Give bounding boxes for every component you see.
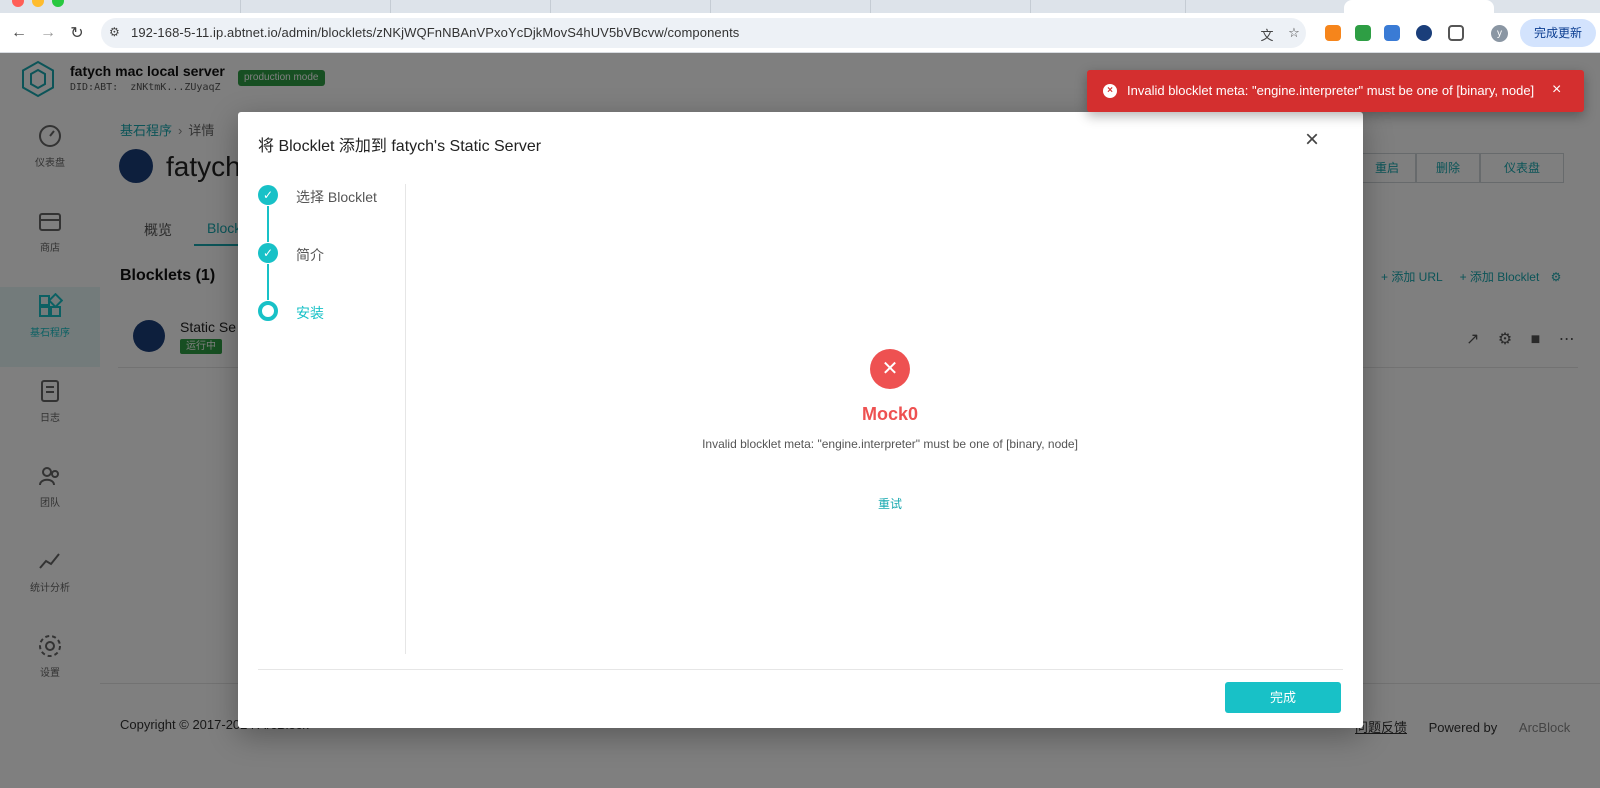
extensions-puzzle-icon[interactable]	[1448, 25, 1464, 41]
toast-message: Invalid blocklet meta: "engine.interpret…	[1127, 83, 1535, 98]
done-button[interactable]: 完成	[1225, 682, 1341, 713]
close-icon[interactable]: ×	[1552, 81, 1561, 99]
extension-icon[interactable]	[1355, 25, 1371, 41]
step-connector	[267, 206, 269, 242]
bookmark-star-icon[interactable]: ☆	[1286, 25, 1302, 41]
metamask-extension-icon[interactable]	[1325, 25, 1341, 41]
error-message: Invalid blocklet meta: "engine.interpret…	[702, 437, 1078, 451]
stepper: ✓ 选择 Blocklet ✓ 简介 安装	[258, 184, 406, 654]
address-bar[interactable]: ⚙ 192-168-5-11.ip.abtnet.io/admin/blockl…	[101, 18, 1306, 48]
check-icon: ✓	[258, 185, 278, 205]
translate-icon[interactable]: 文	[1259, 25, 1275, 43]
add-blocklet-dialog: 将 Blocklet 添加到 fatych's Static Server × …	[238, 112, 1363, 728]
step-connector	[267, 264, 269, 300]
step-label: 安装	[296, 305, 324, 321]
error-toast: × Invalid blocklet meta: "engine.interpr…	[1087, 70, 1584, 112]
browser-tab-strip	[0, 0, 1600, 13]
divider	[258, 669, 1343, 670]
browser-tab[interactable]	[240, 0, 390, 13]
error-blocklet-name: Mock0	[861, 404, 919, 424]
profile-avatar[interactable]: y	[1491, 25, 1508, 42]
url-text[interactable]: 192-168-5-11.ip.abtnet.io/admin/blocklet…	[131, 25, 739, 40]
close-icon[interactable]: ×	[1300, 128, 1324, 152]
error-icon: ×	[1103, 84, 1117, 98]
error-icon: ✕	[870, 349, 910, 389]
browser-tab[interactable]	[710, 0, 870, 13]
retry-button[interactable]: 重试	[840, 495, 940, 512]
step-label: 简介	[296, 247, 324, 263]
browser-update-button[interactable]: 完成更新	[1520, 19, 1596, 47]
browser-tab[interactable]	[390, 0, 550, 13]
extension-icon[interactable]	[1416, 25, 1432, 41]
site-info-icon[interactable]: ⚙	[109, 25, 125, 41]
extension-icon[interactable]	[1384, 25, 1400, 41]
check-icon: ✓	[258, 243, 278, 263]
step-label: 选择 Blocklet	[296, 189, 377, 205]
step-select-blocklet: ✓ 选择 Blocklet	[258, 184, 406, 208]
browser-tab-active[interactable]	[1344, 0, 1494, 13]
browser-toolbar: ← → ↻ ⚙ 192-168-5-11.ip.abtnet.io/admin/…	[0, 13, 1600, 53]
step-intro: ✓ 简介	[258, 242, 406, 266]
forward-icon[interactable]: →	[37, 22, 59, 44]
browser-tab[interactable]	[870, 0, 1030, 13]
window-maximize-icon[interactable]	[52, 0, 64, 7]
active-step-icon	[258, 301, 278, 321]
window-close-icon[interactable]	[12, 0, 24, 7]
browser-tab[interactable]	[1185, 0, 1340, 13]
window-minimize-icon[interactable]	[32, 0, 44, 7]
back-icon[interactable]: ←	[8, 22, 30, 44]
reload-icon[interactable]: ↻	[66, 22, 88, 44]
step-install: 安装	[258, 300, 406, 324]
browser-tab[interactable]	[1030, 0, 1185, 13]
dialog-title: 将 Blocklet 添加到 fatych's Static Server	[258, 138, 542, 155]
browser-tab[interactable]	[550, 0, 710, 13]
